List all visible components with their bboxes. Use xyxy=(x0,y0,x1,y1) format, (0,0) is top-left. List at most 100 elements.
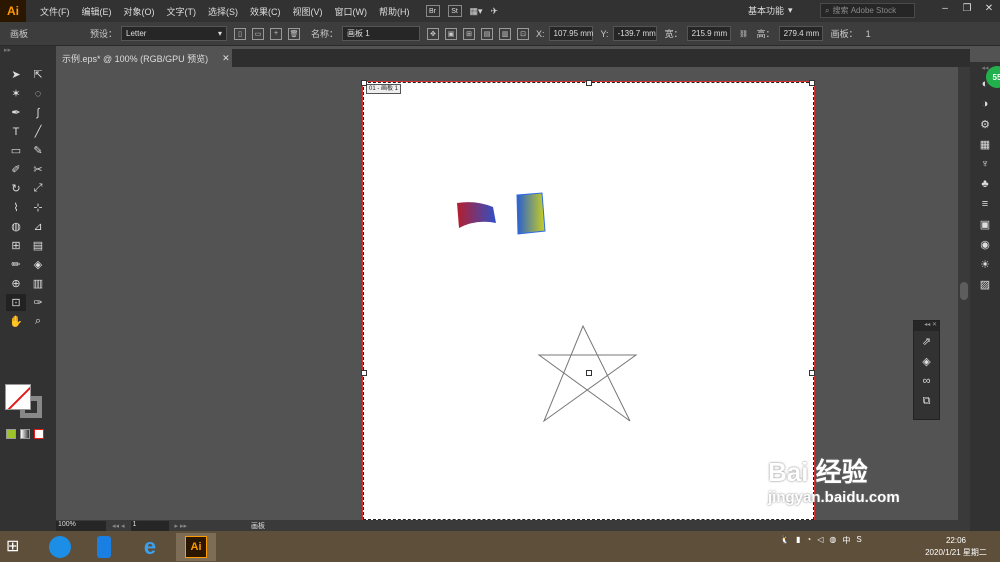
sogou-icon[interactable]: S xyxy=(856,535,861,546)
shape-builder-tool-icon[interactable]: ◍ xyxy=(6,218,26,235)
qq-icon[interactable]: 🐧 xyxy=(780,535,790,546)
hand-tool-icon[interactable]: ✋ xyxy=(6,313,26,330)
menu-object[interactable]: 对象(O) xyxy=(118,5,161,18)
rectangle-tool-icon[interactable]: ▭ xyxy=(6,142,26,159)
type-tool-icon[interactable]: T xyxy=(6,123,26,140)
minimize-button[interactable]: – xyxy=(938,3,952,14)
bridge-button[interactable]: Br xyxy=(425,5,440,17)
properties-icon[interactable]: ⚙ xyxy=(970,114,1000,134)
line-tool-icon[interactable]: ╱ xyxy=(28,123,48,140)
illustrator-taskbar-button[interactable]: Ai xyxy=(176,533,216,561)
phone-assistant-icon[interactable] xyxy=(84,533,124,561)
direct-selection-tool-icon[interactable]: ⇱ xyxy=(28,66,48,83)
gpu-performance-icon[interactable]: ✈ xyxy=(491,6,499,17)
panel-collapse-icon[interactable]: ▸▸ xyxy=(0,46,56,58)
artboard-tool-icon[interactable]: ⊡ xyxy=(6,294,26,311)
stock-button[interactable]: St xyxy=(447,5,462,17)
perspective-grid-tool-icon[interactable]: ⊿ xyxy=(28,218,48,235)
gradient-mode-icon[interactable] xyxy=(20,429,30,439)
pen-tool-icon[interactable]: ✒ xyxy=(6,104,26,121)
preset-select[interactable]: Letter ▾ xyxy=(121,26,228,41)
height-field[interactable]: 279.4 mm xyxy=(778,26,823,41)
blue-yellow-gradient-shape[interactable] xyxy=(516,192,546,235)
360-browser-icon[interactable] xyxy=(40,533,80,561)
eyedropper-tool-icon[interactable]: ✏ xyxy=(6,256,26,273)
graphic-styles-icon[interactable]: ▨ xyxy=(970,274,1000,294)
free-transform-tool-icon[interactable]: ⊹ xyxy=(28,199,48,216)
nav-next-icon[interactable]: ▸ ▸▸ xyxy=(175,522,188,530)
stroke-icon[interactable]: ≡ xyxy=(970,194,1000,214)
stock-search-field[interactable]: ⌕ 搜索 Adobe Stock xyxy=(820,3,915,18)
network-icon[interactable]: ▮ xyxy=(796,535,800,546)
zoom-field[interactable]: 100% xyxy=(56,520,106,531)
menu-edit[interactable]: 编辑(E) xyxy=(76,5,118,18)
artboard-options-icon[interactable]: ▤ xyxy=(481,27,494,40)
scroll-thumb[interactable] xyxy=(960,282,968,300)
brushes-icon[interactable]: ♆ xyxy=(970,154,1000,174)
color-mode-icon[interactable] xyxy=(6,429,16,439)
delete-artboard-icon[interactable]: 🗑 xyxy=(288,27,301,40)
menu-window[interactable]: 窗口(W) xyxy=(329,5,374,18)
menu-help[interactable]: 帮助(H) xyxy=(373,5,416,18)
gradient-panel-icon[interactable]: ▣ xyxy=(970,214,1000,234)
x-field[interactable]: 107.95 mm xyxy=(548,26,594,41)
menu-file[interactable]: 文件(F) xyxy=(34,5,76,18)
cc-libraries-icon[interactable]: ∞ xyxy=(914,371,939,391)
swatches-icon[interactable]: ▦ xyxy=(970,134,1000,154)
landscape-icon[interactable]: ▭ xyxy=(252,27,265,40)
gradient-tool-icon[interactable]: ▤ xyxy=(28,237,48,254)
appearance-icon[interactable]: ☀ xyxy=(970,254,1000,274)
align-icon[interactable]: ▣ xyxy=(445,27,458,40)
none-mode-icon[interactable] xyxy=(34,429,44,439)
width-field[interactable]: 215.9 mm xyxy=(686,26,731,41)
curvature-tool-icon[interactable]: ∫ xyxy=(28,104,48,121)
menu-view[interactable]: 视图(V) xyxy=(287,5,329,18)
scissors-tool-icon[interactable]: ✂ xyxy=(28,161,48,178)
layers-icon[interactable]: ◈ xyxy=(914,351,939,371)
portrait-icon[interactable]: ▯ xyxy=(234,27,247,40)
arrange-docs-icon[interactable]: ▦▾ xyxy=(470,6,483,17)
ime-label[interactable]: 中 xyxy=(842,535,850,546)
vertical-scrollbar[interactable] xyxy=(958,67,970,520)
menu-effect[interactable]: 效果(C) xyxy=(244,5,287,18)
mesh-tool-icon[interactable]: ⊞ xyxy=(6,237,26,254)
internet-explorer-icon[interactable]: e xyxy=(130,533,170,561)
fill-swatch[interactable] xyxy=(5,384,31,410)
nav-prev-icon[interactable]: ◂◂ ◂ xyxy=(112,522,125,530)
column-graph-tool-icon[interactable]: ▥ xyxy=(28,275,48,292)
floating-panel-header[interactable]: ◂◂ ✕ xyxy=(914,321,939,331)
menu-select[interactable]: 选择(S) xyxy=(202,5,244,18)
symbol-sprayer-tool-icon[interactable]: ⊕ xyxy=(6,275,26,292)
security-icon[interactable]: ◍ xyxy=(829,535,836,546)
color-guide-icon[interactable]: ◑ xyxy=(970,94,1000,114)
red-blue-flag-shape[interactable] xyxy=(457,202,496,228)
zoom-tool-icon[interactable]: ⌕ xyxy=(28,313,48,330)
y-field[interactable]: -139.7 mm xyxy=(612,26,657,41)
export-icon[interactable]: ⇗ xyxy=(914,331,939,351)
artboard[interactable]: 01 - 画板 1 xyxy=(361,80,815,521)
blend-tool-icon[interactable]: ◈ xyxy=(28,256,48,273)
selection-tool-icon[interactable]: ➤ xyxy=(6,66,26,83)
lasso-tool-icon[interactable]: ◌ xyxy=(28,85,48,102)
shaper-tool-icon[interactable]: ✐ xyxy=(6,161,26,178)
magic-wand-tool-icon[interactable]: ✶ xyxy=(6,85,26,102)
workspace-switcher[interactable]: 基本功能 ▾ xyxy=(748,3,808,18)
move-with-artboard-icon[interactable]: ✥ xyxy=(427,27,440,40)
constrain-link-icon[interactable]: ⛓ xyxy=(738,28,750,40)
maximize-button[interactable]: ❐ xyxy=(960,3,974,14)
artboards-icon[interactable]: ⧉ xyxy=(914,391,939,411)
wifi-icon[interactable]: ◔ xyxy=(806,535,811,546)
windows-start-icon[interactable]: ⊞ xyxy=(6,536,30,558)
close-icon[interactable]: ✕ xyxy=(222,53,230,64)
link-icon[interactable]: ⊡ xyxy=(517,27,530,40)
page-field[interactable]: 1 xyxy=(130,520,169,531)
tab-document[interactable]: 示例.eps* @ 100% (RGB/GPU 预览) ✕ xyxy=(56,49,232,67)
menu-type[interactable]: 文字(T) xyxy=(161,5,203,18)
symbols-icon[interactable]: ♣ xyxy=(970,174,1000,194)
warp-tool-icon[interactable]: ⌇ xyxy=(6,199,26,216)
slice-tool-icon[interactable]: ✑ xyxy=(28,294,48,311)
volume-icon[interactable]: ◁ xyxy=(817,535,823,546)
paintbrush-tool-icon[interactable]: ✎ xyxy=(28,142,48,159)
artboard-name-field[interactable]: 画板 1 xyxy=(342,26,421,41)
star-shape[interactable] xyxy=(537,324,638,423)
